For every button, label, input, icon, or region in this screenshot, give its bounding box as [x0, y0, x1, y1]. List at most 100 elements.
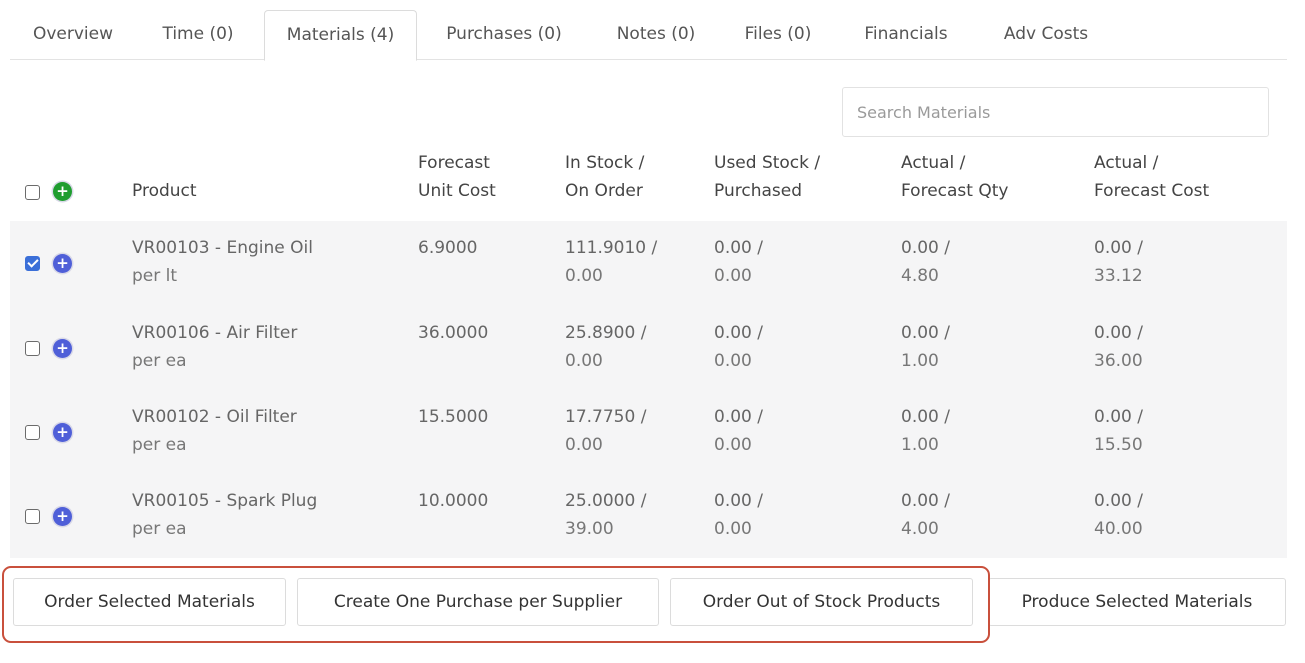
forecast-qty-value: 4.80 [901, 266, 939, 286]
create-one-purchase-per-supplier-button[interactable]: Create One Purchase per Supplier [297, 578, 659, 626]
col-product: Product [132, 181, 197, 201]
actual-cost-value: 0.00 / [1094, 407, 1143, 427]
used-cell: 0.00 / 0.00 [714, 319, 763, 375]
on-order-value: 39.00 [565, 519, 614, 539]
product-unit: per ea [132, 435, 187, 455]
forecast-unit-cost-cell: 15.5000 [418, 407, 489, 427]
expand-row-icon[interactable]: + [53, 423, 72, 442]
stock-cell: 25.8900 / 0.00 [565, 319, 646, 375]
on-order-value: 0.00 [565, 351, 603, 371]
col-actual-qty: Actual / Forecast Qty [901, 149, 1008, 205]
product-unit: per lt [132, 266, 178, 286]
forecast-unit-cost-cell: 10.0000 [418, 491, 489, 511]
tab-purchases[interactable]: Purchases (0) [433, 10, 575, 60]
qty-cell: 0.00 / 1.00 [901, 403, 950, 459]
forecast-cost-value: 15.50 [1094, 435, 1143, 455]
forecast-unit-cost-cell: 36.0000 [418, 323, 489, 343]
row-checkbox[interactable] [25, 341, 40, 356]
tab-bar: Overview Time (0) Materials (4) Purchase… [10, 10, 1287, 61]
expand-row-icon[interactable]: + [53, 339, 72, 358]
purchased-value: 0.00 [714, 351, 752, 371]
product-cell: VR00106 - Air Filter per ea [132, 319, 297, 375]
used-value: 0.00 / [714, 238, 763, 258]
table-row: + VR00106 - Air Filter per ea 36.0000 25… [10, 306, 1287, 390]
col-forecast-unit-cost-line1: Forecast [418, 153, 490, 173]
cost-cell: 0.00 / 36.00 [1094, 319, 1143, 375]
col-actual-cost-line2: Forecast Cost [1094, 181, 1210, 201]
col-forecast-unit-cost-line2: Unit Cost [418, 181, 496, 201]
forecast-cost-value: 40.00 [1094, 519, 1143, 539]
in-stock-value: 17.7750 / [565, 407, 647, 427]
produce-selected-materials-button[interactable]: Produce Selected Materials [988, 578, 1286, 626]
tab-files[interactable]: Files (0) [734, 10, 822, 60]
on-order-value: 0.00 [565, 266, 603, 286]
order-out-of-stock-products-button[interactable]: Order Out of Stock Products [670, 578, 973, 626]
row-checkbox[interactable] [25, 256, 40, 271]
qty-cell: 0.00 / 1.00 [901, 319, 950, 375]
select-all-checkbox[interactable] [25, 185, 40, 200]
product-unit: per ea [132, 351, 187, 371]
actual-qty-value: 0.00 / [901, 407, 950, 427]
used-cell: 0.00 / 0.00 [714, 403, 763, 459]
in-stock-value: 25.0000 / [565, 491, 647, 511]
qty-cell: 0.00 / 4.80 [901, 234, 950, 290]
in-stock-value: 25.8900 / [565, 323, 647, 343]
materials-table-body: + VR00103 - Engine Oil per lt 6.9000 111… [10, 221, 1287, 558]
product-cell: VR00103 - Engine Oil per lt [132, 234, 313, 290]
product-cell: VR00105 - Spark Plug per ea [132, 487, 317, 543]
tab-adv-costs[interactable]: Adv Costs [990, 10, 1102, 60]
expand-row-icon[interactable]: + [53, 254, 72, 273]
expand-row-icon[interactable]: + [53, 507, 72, 526]
forecast-unit-cost-cell: 6.9000 [418, 238, 478, 258]
in-stock-value: 111.9010 / [565, 238, 658, 258]
col-actual-qty-line1: Actual / [901, 153, 966, 173]
actual-cost-value: 0.00 / [1094, 238, 1143, 258]
col-used-stock-line1: Used Stock / [714, 153, 821, 173]
col-in-stock-line2: On Order [565, 181, 643, 201]
product-cell: VR00102 - Oil Filter per ea [132, 403, 297, 459]
used-value: 0.00 / [714, 323, 763, 343]
tab-overview[interactable]: Overview [16, 10, 130, 60]
col-used-stock: Used Stock / Purchased [714, 149, 820, 205]
row-checkbox[interactable] [25, 509, 40, 524]
tab-notes[interactable]: Notes (0) [604, 10, 708, 60]
actual-qty-value: 0.00 / [901, 238, 950, 258]
actual-qty-value: 0.00 / [901, 323, 950, 343]
table-row: + VR00102 - Oil Filter per ea 15.5000 17… [10, 390, 1287, 474]
purchased-value: 0.00 [714, 435, 752, 455]
product-name: VR00105 - Spark Plug [132, 491, 318, 511]
tab-materials[interactable]: Materials (4) [264, 10, 417, 61]
forecast-cost-value: 36.00 [1094, 351, 1143, 371]
actual-qty-value: 0.00 / [901, 491, 950, 511]
materials-panel: Overview Time (0) Materials (4) Purchase… [10, 10, 1287, 628]
forecast-qty-value: 1.00 [901, 435, 939, 455]
actual-cost-value: 0.00 / [1094, 491, 1143, 511]
stock-cell: 111.9010 / 0.00 [565, 234, 657, 290]
table-row: + VR00103 - Engine Oil per lt 6.9000 111… [10, 221, 1287, 305]
order-selected-materials-button[interactable]: Order Selected Materials [13, 578, 286, 626]
cost-cell: 0.00 / 33.12 [1094, 234, 1143, 290]
col-forecast-unit-cost: Forecast Unit Cost [418, 149, 496, 205]
col-in-stock-line1: In Stock / [565, 153, 645, 173]
stock-cell: 17.7750 / 0.00 [565, 403, 646, 459]
actual-cost-value: 0.00 / [1094, 323, 1143, 343]
forecast-qty-value: 1.00 [901, 351, 939, 371]
col-in-stock: In Stock / On Order [565, 149, 644, 205]
product-unit: per ea [132, 519, 187, 539]
purchased-value: 0.00 [714, 519, 752, 539]
col-actual-cost: Actual / Forecast Cost [1094, 149, 1209, 205]
tab-financials[interactable]: Financials [850, 10, 962, 60]
row-checkbox[interactable] [25, 425, 40, 440]
cost-cell: 0.00 / 15.50 [1094, 403, 1143, 459]
product-name: VR00106 - Air Filter [132, 323, 298, 343]
on-order-value: 0.00 [565, 435, 603, 455]
tab-time[interactable]: Time (0) [148, 10, 248, 60]
product-name: VR00103 - Engine Oil [132, 238, 313, 258]
used-value: 0.00 / [714, 491, 763, 511]
add-material-icon[interactable]: + [53, 182, 72, 201]
search-materials-input[interactable] [842, 87, 1269, 137]
col-actual-cost-line1: Actual / [1094, 153, 1159, 173]
product-name: VR00102 - Oil Filter [132, 407, 297, 427]
stock-cell: 25.0000 / 39.00 [565, 487, 646, 543]
table-header: + Product Forecast Unit Cost In Stock / … [10, 145, 1287, 221]
